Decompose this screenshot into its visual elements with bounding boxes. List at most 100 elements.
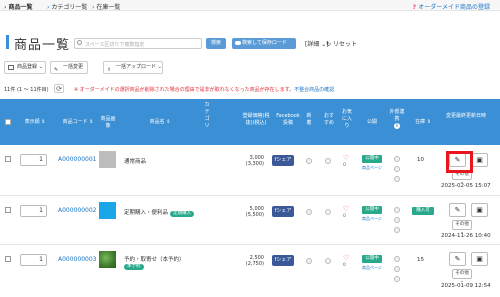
chevron-right-icon: › bbox=[92, 4, 95, 11]
row-checkbox[interactable] bbox=[5, 256, 11, 262]
bulk-edit-button[interactable]: ✎ 一括変更 bbox=[50, 61, 88, 74]
product-page-link[interactable]: 商品ページ bbox=[362, 165, 382, 171]
header-order[interactable]: 表示順 ⇕ bbox=[20, 119, 50, 126]
row-checkbox[interactable] bbox=[5, 156, 11, 162]
nav-item-inventory[interactable]: › 在庫一覧 bbox=[92, 2, 120, 11]
external-link-toggle[interactable] bbox=[394, 256, 400, 262]
header-external: 外部連携 i bbox=[389, 109, 405, 129]
external-link-toggle[interactable] bbox=[394, 227, 400, 233]
edit-button[interactable]: ✎ bbox=[449, 203, 466, 217]
help-link[interactable]: ? オーダーメイド商品の登録 bbox=[413, 2, 490, 11]
nav-item-products[interactable]: › 商品一覧 bbox=[4, 2, 33, 11]
warning-notice: ※ オーダーメイドの選択商品が削除された場合の理由で是非が取れなくなった商品が存… bbox=[74, 87, 335, 93]
image-button[interactable]: ▣ bbox=[471, 252, 488, 266]
external-link-toggle[interactable] bbox=[394, 217, 400, 223]
product-thumbnail bbox=[99, 251, 116, 268]
product-page-link[interactable]: 商品ページ bbox=[362, 265, 382, 271]
external-link-toggle[interactable] bbox=[394, 266, 400, 272]
price: 3,000 (3,300) bbox=[245, 155, 264, 167]
nav-item-categories[interactable]: › カテゴリ一覧 bbox=[47, 2, 87, 11]
header-stock[interactable]: 在庫 ⇕ bbox=[412, 119, 434, 126]
external-link-toggle[interactable] bbox=[394, 166, 400, 172]
product-code-link[interactable]: A000000001 bbox=[58, 156, 96, 163]
other-dropdown[interactable]: その他 ⌄ bbox=[452, 269, 472, 284]
order-input[interactable]: 1 bbox=[20, 154, 47, 166]
table-row: 1 A000000003 予約・取寄せ（本予約） 本予約 2,500 (2,750… bbox=[0, 246, 500, 297]
search-icon bbox=[77, 40, 82, 45]
bulk-upload-button[interactable]: ⇪ 一括アップロード ⌄ bbox=[103, 61, 163, 74]
result-count: 11件 (1 〜 11件目) bbox=[4, 87, 49, 93]
header-code[interactable]: 商品コード ⇕ bbox=[58, 119, 98, 126]
table-row: 1 A000000001 通常商品 3,000 (3,300) fシェア ♡ 0 … bbox=[0, 146, 500, 196]
heart-icon: ♡ bbox=[343, 254, 350, 262]
save-search-button[interactable]: 検索して保存ロード bbox=[232, 38, 296, 49]
updated-datetime: 2025-02-05 15:07 bbox=[441, 183, 491, 189]
product-thumbnail bbox=[99, 151, 116, 168]
pencil-icon: ✎ bbox=[454, 255, 461, 263]
row-checkbox[interactable] bbox=[5, 207, 11, 213]
info-icon[interactable]: i bbox=[394, 123, 400, 129]
page-header: 商品一覧 スペース区切りで複数指定 検索 検索して保存ロード [詳細 ⌄] ↻ … bbox=[0, 12, 500, 53]
product-thumbnail bbox=[99, 202, 116, 219]
edit-button[interactable]: ✎ bbox=[449, 252, 466, 266]
updated-datetime: 2024-11-26 10:40 bbox=[441, 233, 491, 239]
other-dropdown[interactable]: その他 ⌄ bbox=[452, 220, 472, 235]
recommend-toggle[interactable] bbox=[325, 158, 331, 164]
header-updated[interactable]: 変更最終更新日時 bbox=[444, 113, 488, 120]
table-header: 表示順 ⇕ 商品コード ⇕ 商品画像 商品名 ⇕ カテゴリ 登録価格(税抜)(税… bbox=[0, 99, 500, 145]
order-input[interactable]: 1 bbox=[20, 254, 47, 266]
purchasable-badge[interactable]: 購入可 bbox=[412, 207, 434, 215]
chevron-right-icon: › bbox=[47, 4, 50, 11]
toolbar: 商品登録 ⌄ ✎ 一括変更 ⇪ 一括アップロード ⌄ bbox=[0, 53, 500, 81]
select-all-checkbox[interactable] bbox=[5, 119, 11, 125]
header-new: 新着 bbox=[306, 113, 312, 126]
inconsistent-products-link[interactable]: 不整合商品の確認 bbox=[294, 87, 334, 93]
recommend-toggle[interactable] bbox=[325, 258, 331, 264]
facebook-share-button[interactable]: fシェア bbox=[272, 155, 294, 166]
product-code-link[interactable]: A000000003 bbox=[58, 256, 96, 263]
new-toggle[interactable] bbox=[306, 209, 312, 215]
header-name[interactable]: 商品名 ⇕ bbox=[140, 119, 180, 126]
image-icon: ▣ bbox=[476, 206, 483, 214]
image-button[interactable]: ▣ bbox=[471, 203, 488, 217]
image-icon: ▣ bbox=[476, 255, 483, 263]
reset-link[interactable]: ↻ リセット bbox=[326, 39, 357, 48]
pencil-icon: ✎ bbox=[54, 67, 59, 73]
stock-value: 15 bbox=[417, 257, 424, 263]
external-link-toggle[interactable] bbox=[394, 207, 400, 213]
header-category: カテゴリ bbox=[204, 102, 210, 129]
product-page-link[interactable]: 商品ページ bbox=[362, 216, 382, 222]
search-button[interactable]: 検索 bbox=[206, 38, 226, 49]
chevron-right-icon: › bbox=[4, 4, 7, 11]
external-link-toggle[interactable] bbox=[394, 156, 400, 162]
edit-button-highlight bbox=[446, 151, 473, 173]
image-button[interactable]: ▣ bbox=[471, 153, 488, 167]
product-code-link[interactable]: A000000002 bbox=[58, 207, 96, 214]
header-facebook: Facebook投稿 bbox=[276, 113, 300, 126]
recommend-toggle[interactable] bbox=[325, 209, 331, 215]
cloud-icon bbox=[235, 41, 241, 45]
external-link-toggle[interactable] bbox=[394, 176, 400, 182]
upload-icon: ⇪ bbox=[107, 67, 112, 73]
publish-status-badge[interactable]: 公開中 bbox=[362, 155, 382, 163]
search-input[interactable]: スペース区切りで複数指定 bbox=[74, 38, 202, 49]
new-toggle[interactable] bbox=[306, 158, 312, 164]
favorite-count: 0 bbox=[343, 214, 346, 219]
publish-status-badge[interactable]: 公開中 bbox=[362, 206, 382, 214]
price: 2,500 (2,750) bbox=[245, 255, 264, 267]
facebook-share-button[interactable]: fシェア bbox=[272, 255, 294, 266]
refresh-icon[interactable]: ⟳ bbox=[54, 84, 64, 93]
publish-status-badge[interactable]: 公開中 bbox=[362, 255, 382, 263]
header-recommend: おすすめ bbox=[323, 113, 334, 126]
register-product-button[interactable]: 商品登録 ⌄ bbox=[4, 61, 46, 74]
order-input[interactable]: 1 bbox=[20, 205, 47, 217]
header-publish: 公開 bbox=[366, 119, 377, 125]
external-link-toggle[interactable] bbox=[394, 276, 400, 282]
favorite-count: 0 bbox=[343, 263, 346, 268]
new-toggle[interactable] bbox=[306, 258, 312, 264]
heart-icon: ♡ bbox=[343, 205, 350, 213]
title-accent-bar bbox=[6, 35, 9, 49]
stock-value: 10 bbox=[417, 157, 424, 163]
header-price[interactable]: 登録価格(税抜)(税込) bbox=[240, 113, 272, 127]
facebook-share-button[interactable]: fシェア bbox=[272, 206, 294, 217]
